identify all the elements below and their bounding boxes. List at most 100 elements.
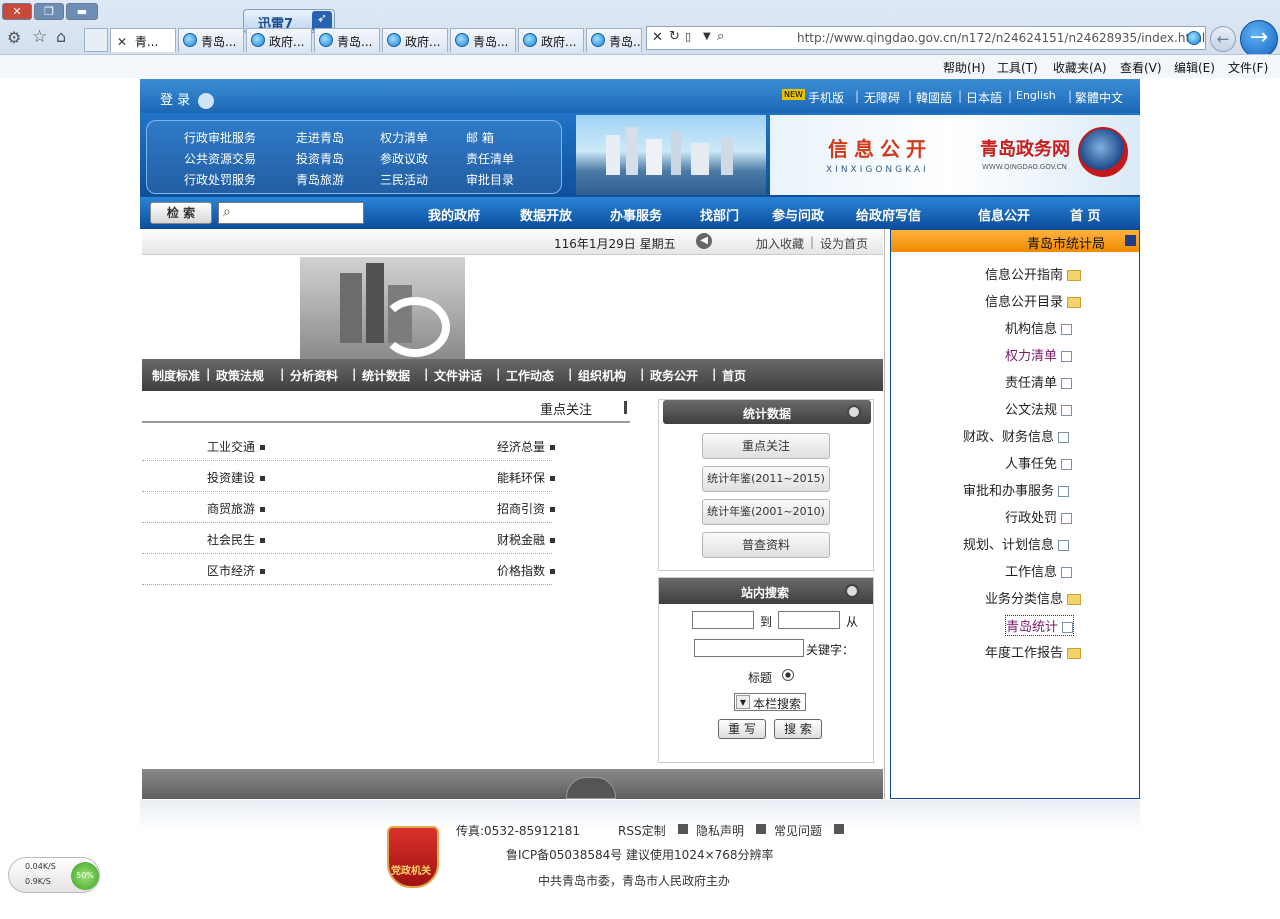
forward-button[interactable]: → bbox=[1240, 20, 1278, 58]
link-mobile[interactable]: 手机版 bbox=[808, 89, 844, 106]
list-item[interactable]: 工业交通 bbox=[207, 438, 266, 455]
search-submit-button[interactable]: 搜 索 bbox=[774, 719, 822, 739]
date-to-input[interactable] bbox=[692, 611, 754, 629]
nav-participate[interactable]: 参与问政 bbox=[772, 205, 824, 224]
tab[interactable]: 政府... bbox=[518, 28, 584, 52]
tree-item-annual-report[interactable]: 年度工作报告 bbox=[985, 642, 1082, 661]
back-button[interactable]: ← bbox=[1210, 26, 1236, 52]
link-accessible[interactable]: 无障碍 bbox=[864, 89, 900, 106]
tab[interactable]: 政府... bbox=[246, 28, 312, 52]
subnav-home[interactable]: 首页 bbox=[722, 367, 746, 384]
net-speed-widget[interactable]: 0.04K/S 0.9K/S 50% bbox=[8, 857, 100, 893]
banner-link[interactable]: 责任清单 bbox=[466, 150, 514, 167]
banner-link[interactable]: 邮 箱 bbox=[466, 129, 494, 146]
restore-window-button[interactable]: ❐ bbox=[34, 3, 64, 20]
stats-button[interactable]: 重点关注 bbox=[702, 433, 830, 459]
list-item[interactable]: 招商引资 bbox=[497, 500, 556, 517]
tab[interactable]: 青岛... bbox=[314, 28, 380, 52]
banner-link[interactable]: 青岛旅游 bbox=[296, 171, 344, 188]
tree-item-power-list[interactable]: 权力清单 bbox=[1005, 345, 1073, 364]
footer-privacy[interactable]: 隐私声明 bbox=[696, 822, 744, 839]
close-window-button[interactable]: ✕ bbox=[2, 3, 32, 20]
banner-link[interactable]: 走进青岛 bbox=[296, 129, 344, 146]
refresh-icon[interactable]: ↻ bbox=[669, 29, 680, 44]
set-home-link[interactable]: 设为首页 bbox=[820, 235, 868, 252]
menu-help[interactable]: 帮助(H) bbox=[943, 59, 985, 76]
tree-item-planning[interactable]: 规划、计划信息 bbox=[963, 534, 1070, 553]
stats-button[interactable]: 统计年鉴(2011~2015) bbox=[702, 466, 830, 492]
banner-link[interactable]: 行政处罚服务 bbox=[184, 171, 256, 188]
link-japanese[interactable]: 日本語 bbox=[966, 89, 1002, 106]
link-traditional[interactable]: 繁體中文 bbox=[1075, 89, 1123, 106]
minimize-window-button[interactable]: ▬ bbox=[66, 3, 98, 20]
home-icon[interactable]: ⌂ bbox=[56, 27, 66, 46]
tree-item-work-info[interactable]: 工作信息 bbox=[1005, 561, 1073, 580]
stats-button[interactable]: 普查资料 bbox=[702, 532, 830, 558]
banner-link[interactable]: 审批目录 bbox=[466, 171, 514, 188]
nav-search-input[interactable]: ⌕ bbox=[218, 202, 364, 224]
menu-edit[interactable]: 编辑(E) bbox=[1174, 59, 1215, 76]
tree-item-personnel[interactable]: 人事任免 bbox=[1005, 453, 1073, 472]
new-tab-button[interactable] bbox=[84, 28, 108, 52]
menu-tools[interactable]: 工具(T) bbox=[997, 59, 1038, 76]
banner-link[interactable]: 投资青岛 bbox=[296, 150, 344, 167]
search-icon[interactable]: ⌕ bbox=[717, 29, 724, 44]
tree-item-responsibility[interactable]: 责任清单 bbox=[1005, 372, 1073, 391]
nav-home[interactable]: 首 页 bbox=[1070, 205, 1101, 224]
subnav-organization[interactable]: 组织机构 bbox=[578, 367, 626, 384]
list-item[interactable]: 社会民生 bbox=[207, 531, 266, 548]
favorites-star-icon[interactable]: ☆ bbox=[32, 27, 47, 47]
tab[interactable]: 青岛... bbox=[178, 28, 244, 52]
dropdown-icon[interactable]: ▼ bbox=[703, 31, 711, 42]
list-item[interactable]: 能耗环保 bbox=[497, 469, 556, 486]
list-item[interactable]: 经济总量 bbox=[497, 438, 556, 455]
banner-link[interactable]: 三民活动 bbox=[380, 171, 428, 188]
tree-item-qingdao-stats[interactable]: 青岛统计 bbox=[1005, 615, 1075, 636]
tree-item-business[interactable]: 业务分类信息 bbox=[985, 588, 1082, 607]
address-bar[interactable]: ✕ ↻ ▯ ▼ ⌕ http://www.qingdao.gov.cn/n172… bbox=[646, 26, 1206, 50]
compat-icon[interactable]: ▯ bbox=[685, 30, 691, 43]
tab[interactable]: 政府... bbox=[382, 28, 448, 52]
footer-faq[interactable]: 常见问题 bbox=[774, 822, 822, 839]
banner-link[interactable]: 行政审批服务 bbox=[184, 129, 256, 146]
tab[interactable]: 青岛... bbox=[586, 28, 642, 52]
banner-link[interactable]: 参政议政 bbox=[380, 150, 428, 167]
footer-rss[interactable]: RSS定制 bbox=[618, 822, 666, 839]
subnav-standards[interactable]: 制度标准 bbox=[152, 367, 200, 384]
tab[interactable]: 青岛... bbox=[450, 28, 516, 52]
search-reset-button[interactable]: 重 写 bbox=[718, 719, 766, 739]
list-item[interactable]: 商贸旅游 bbox=[207, 500, 266, 517]
tab-close-icon[interactable]: ✕ bbox=[117, 35, 127, 49]
subnav-documents[interactable]: 工作动态 bbox=[506, 367, 554, 384]
nav-find-department[interactable]: 找部门 bbox=[700, 205, 739, 224]
nav-my-government[interactable]: 我的政府 bbox=[428, 205, 480, 224]
tree-item-finance[interactable]: 财政、财务信息 bbox=[963, 426, 1070, 445]
site-logo[interactable]: 青岛政务网 WWW.QINGDAO.GOV.CN bbox=[950, 115, 1140, 195]
title-radio[interactable] bbox=[782, 669, 794, 681]
party-badge-icon[interactable] bbox=[387, 826, 439, 888]
banner-link[interactable]: 公共资源交易 bbox=[184, 150, 256, 167]
menu-view[interactable]: 查看(V) bbox=[1120, 59, 1162, 76]
banner-link[interactable]: 权力清单 bbox=[380, 129, 428, 146]
stats-button[interactable]: 统计年鉴(2001~2010) bbox=[702, 499, 830, 525]
stop-icon[interactable]: ✕ bbox=[652, 30, 663, 45]
tree-item-approval[interactable]: 审批和办事服务 bbox=[963, 480, 1070, 499]
list-item[interactable]: 区市经济 bbox=[207, 562, 266, 579]
tree-item-penalty[interactable]: 行政处罚 bbox=[1005, 507, 1073, 526]
link-korean[interactable]: 韓國語 bbox=[916, 89, 952, 106]
list-item[interactable]: 投资建设 bbox=[207, 469, 266, 486]
link-english[interactable]: English bbox=[1016, 89, 1056, 102]
nav-data-open[interactable]: 数据开放 bbox=[520, 205, 572, 224]
tree-item-org-info[interactable]: 机构信息 bbox=[1005, 318, 1073, 337]
subnav-gov-affairs[interactable]: 政务公开 bbox=[650, 367, 698, 384]
keyword-input[interactable] bbox=[694, 639, 804, 657]
tree-item-guide[interactable]: 信息公开指南 bbox=[985, 264, 1082, 283]
menu-favorites[interactable]: 收藏夹(A) bbox=[1053, 59, 1107, 76]
scope-select[interactable]: ▼ 本栏搜索 bbox=[734, 693, 806, 711]
nav-info-open[interactable]: 信息公开 bbox=[978, 205, 1030, 224]
subnav-policies[interactable]: 政策法规 bbox=[216, 367, 264, 384]
add-favorite-link[interactable]: 加入收藏 bbox=[756, 235, 804, 252]
login-link[interactable]: 登 录 bbox=[160, 89, 215, 109]
nav-search-button[interactable]: 检 索 bbox=[150, 202, 212, 224]
list-item[interactable]: 价格指数 bbox=[497, 562, 556, 579]
